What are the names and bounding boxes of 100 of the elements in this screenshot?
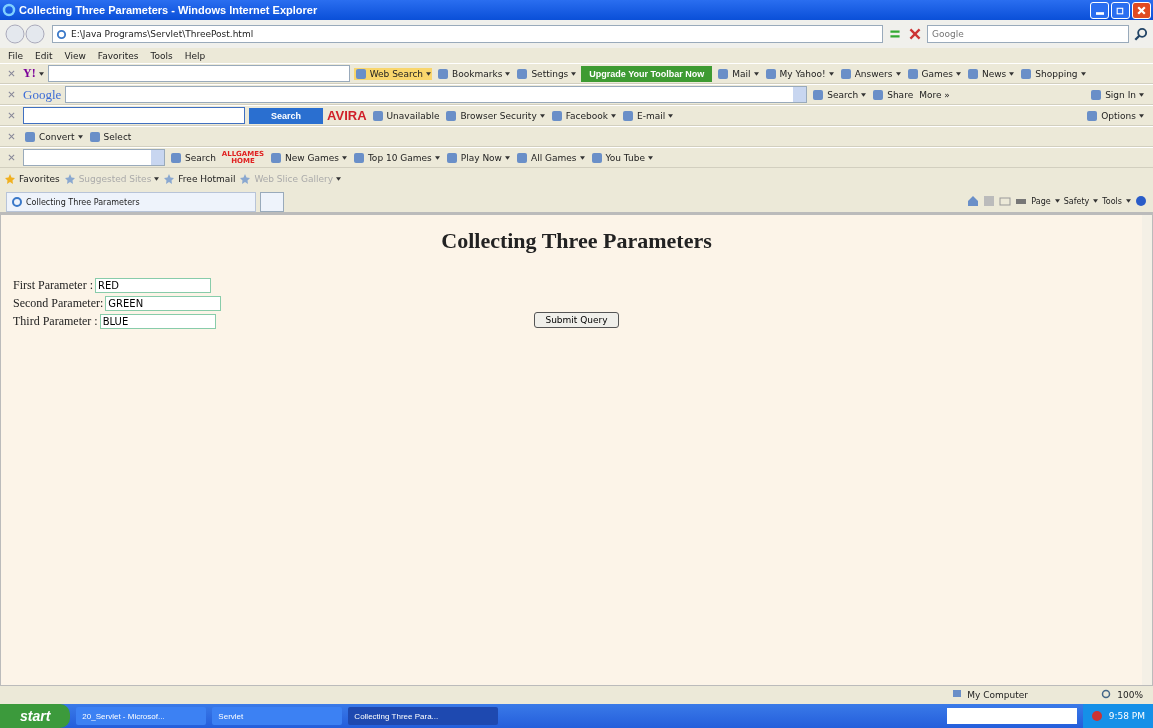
toolbar-button[interactable]: Play Now <box>444 151 511 164</box>
upgrade-button[interactable]: Upgrade Your Toolbar Now <box>581 65 713 82</box>
command-button[interactable]: Tools <box>1102 196 1122 206</box>
command-button[interactable]: Safety <box>1063 196 1090 206</box>
caret-icon[interactable] <box>1126 199 1131 203</box>
close-icon[interactable] <box>8 154 15 161</box>
close-icon[interactable] <box>8 91 15 98</box>
menu-item[interactable]: Favorites <box>97 50 139 61</box>
caret-icon[interactable] <box>1093 199 1099 203</box>
toolbar-button[interactable]: All Games <box>515 151 586 164</box>
caret-icon <box>505 71 511 76</box>
caret-icon <box>505 155 510 160</box>
toolbar-button[interactable]: Search <box>169 151 217 164</box>
favorites-link[interactable]: Free Hotmail <box>163 173 236 185</box>
help-icon[interactable] <box>1135 195 1147 207</box>
toolbar-button[interactable]: Web Search <box>353 67 433 80</box>
toolbar-button[interactable]: Search <box>811 88 868 101</box>
search-field[interactable]: Google <box>927 25 1129 43</box>
toolbar-button[interactable]: Facebook <box>549 109 618 122</box>
scrollbar[interactable] <box>1142 215 1152 685</box>
caret-icon <box>77 134 83 139</box>
toolbar-button[interactable]: Options <box>1085 109 1145 122</box>
toolbar-search-field[interactable] <box>23 107 245 124</box>
toolbar-icon <box>1090 88 1103 101</box>
submit-button[interactable]: Submit Query <box>534 312 619 328</box>
command-button[interactable]: Page <box>1031 196 1051 206</box>
toolbar-button[interactable]: My Yahoo! <box>763 67 835 80</box>
toolbar-button[interactable]: You Tube <box>589 151 654 164</box>
toolbar-icon <box>717 67 730 80</box>
menu-item[interactable]: View <box>64 50 86 61</box>
toolbar-button[interactable]: Sign In <box>1089 88 1145 101</box>
minimize-button[interactable] <box>1090 1 1109 19</box>
tray-icon[interactable] <box>1090 710 1103 722</box>
new-tab-button[interactable] <box>260 192 284 212</box>
close-icon[interactable] <box>8 70 15 77</box>
toolbar-search-field[interactable] <box>23 149 165 166</box>
search-button[interactable]: Search <box>249 107 324 124</box>
mail-icon[interactable] <box>999 195 1012 207</box>
restore-button[interactable] <box>1111 1 1130 19</box>
minimize-icon <box>1095 11 1104 15</box>
toolbar-button[interactable]: Bookmarks <box>436 67 512 80</box>
menu-item[interactable]: File <box>8 50 24 61</box>
close-button[interactable] <box>1132 1 1151 19</box>
close-icon[interactable] <box>8 112 15 119</box>
taskbar-button[interactable]: Collecting Three Para... <box>348 707 499 725</box>
toolbar-button[interactable]: Top 10 Games <box>351 151 441 164</box>
feed-icon[interactable] <box>983 195 996 207</box>
home-icon[interactable] <box>967 195 980 207</box>
toolbar-button[interactable]: News <box>966 67 1016 80</box>
toolbar-search-field[interactable] <box>47 65 350 82</box>
toolbar-button[interactable]: Unavailable <box>370 109 441 122</box>
caret-icon[interactable] <box>1054 199 1060 203</box>
star-icon <box>4 173 16 185</box>
start-button[interactable]: start <box>0 704 71 728</box>
parameter-field[interactable]: BLUE <box>99 313 216 329</box>
zoom-level[interactable]: 100% <box>1117 690 1143 700</box>
toolbar-button[interactable]: Settings <box>515 67 578 80</box>
field-label: Third Parameter : <box>13 313 98 329</box>
toolbar-button[interactable]: Answers <box>838 67 902 80</box>
toolbar-icon <box>516 67 529 80</box>
caret-icon <box>539 113 545 118</box>
browser-tab[interactable]: Collecting Three Parameters <box>6 192 256 212</box>
toolbar-button[interactable]: Convert <box>23 130 84 143</box>
toolbar-icon <box>269 151 282 164</box>
address-field[interactable]: E:\Java Programs\Servlet\ThreePost.html <box>52 25 883 43</box>
toolbar-logo[interactable]: Google <box>23 86 62 103</box>
toolbar-icon <box>170 151 182 164</box>
toolbar-search-field[interactable] <box>65 86 808 103</box>
toolbar-icon <box>1086 109 1099 122</box>
toolbar-button[interactable]: Share <box>871 88 915 101</box>
toolbar-logo[interactable]: Y! <box>23 66 44 81</box>
ie-logo-icon <box>2 3 16 17</box>
parameter-field[interactable]: RED <box>95 277 211 293</box>
toolbar-button[interactable]: More » <box>918 89 951 100</box>
menu-item[interactable]: Help <box>184 50 206 61</box>
toolbar-icon <box>88 130 101 143</box>
toolbar-button[interactable]: Select <box>87 130 133 143</box>
toolbar-button[interactable]: Shopping <box>1019 67 1087 80</box>
toolbar-icon <box>967 67 979 80</box>
toolbar-button[interactable]: Games <box>905 67 962 80</box>
caret-icon <box>434 155 440 160</box>
toolbar-button[interactable]: New Games <box>268 151 348 164</box>
caret-icon <box>956 71 961 76</box>
menu-item[interactable]: Tools <box>150 50 173 61</box>
close-icon[interactable] <box>8 133 15 140</box>
back-forward-icon[interactable] <box>4 23 48 45</box>
menu-item[interactable]: Edit <box>35 50 53 61</box>
caret-icon <box>341 155 347 160</box>
taskbar-button[interactable]: 20_Servlet - Microsof... <box>76 707 207 725</box>
toolbar-button[interactable]: E-mail <box>621 109 675 122</box>
toolbar-icon <box>516 151 528 164</box>
caret-icon <box>579 155 585 160</box>
parameter-field[interactable]: GREEN <box>105 295 222 311</box>
toolbar-logo[interactable]: AVIRA <box>327 108 367 123</box>
toolbar-button[interactable]: Mail <box>716 67 760 80</box>
stop-icon[interactable] <box>907 26 923 42</box>
taskbar-button[interactable]: Servlet <box>212 707 343 725</box>
search-icon[interactable] <box>1133 26 1149 42</box>
favorites-link[interactable]: Favorites <box>4 173 60 185</box>
toolbar-button[interactable]: Browser Security <box>444 109 546 122</box>
